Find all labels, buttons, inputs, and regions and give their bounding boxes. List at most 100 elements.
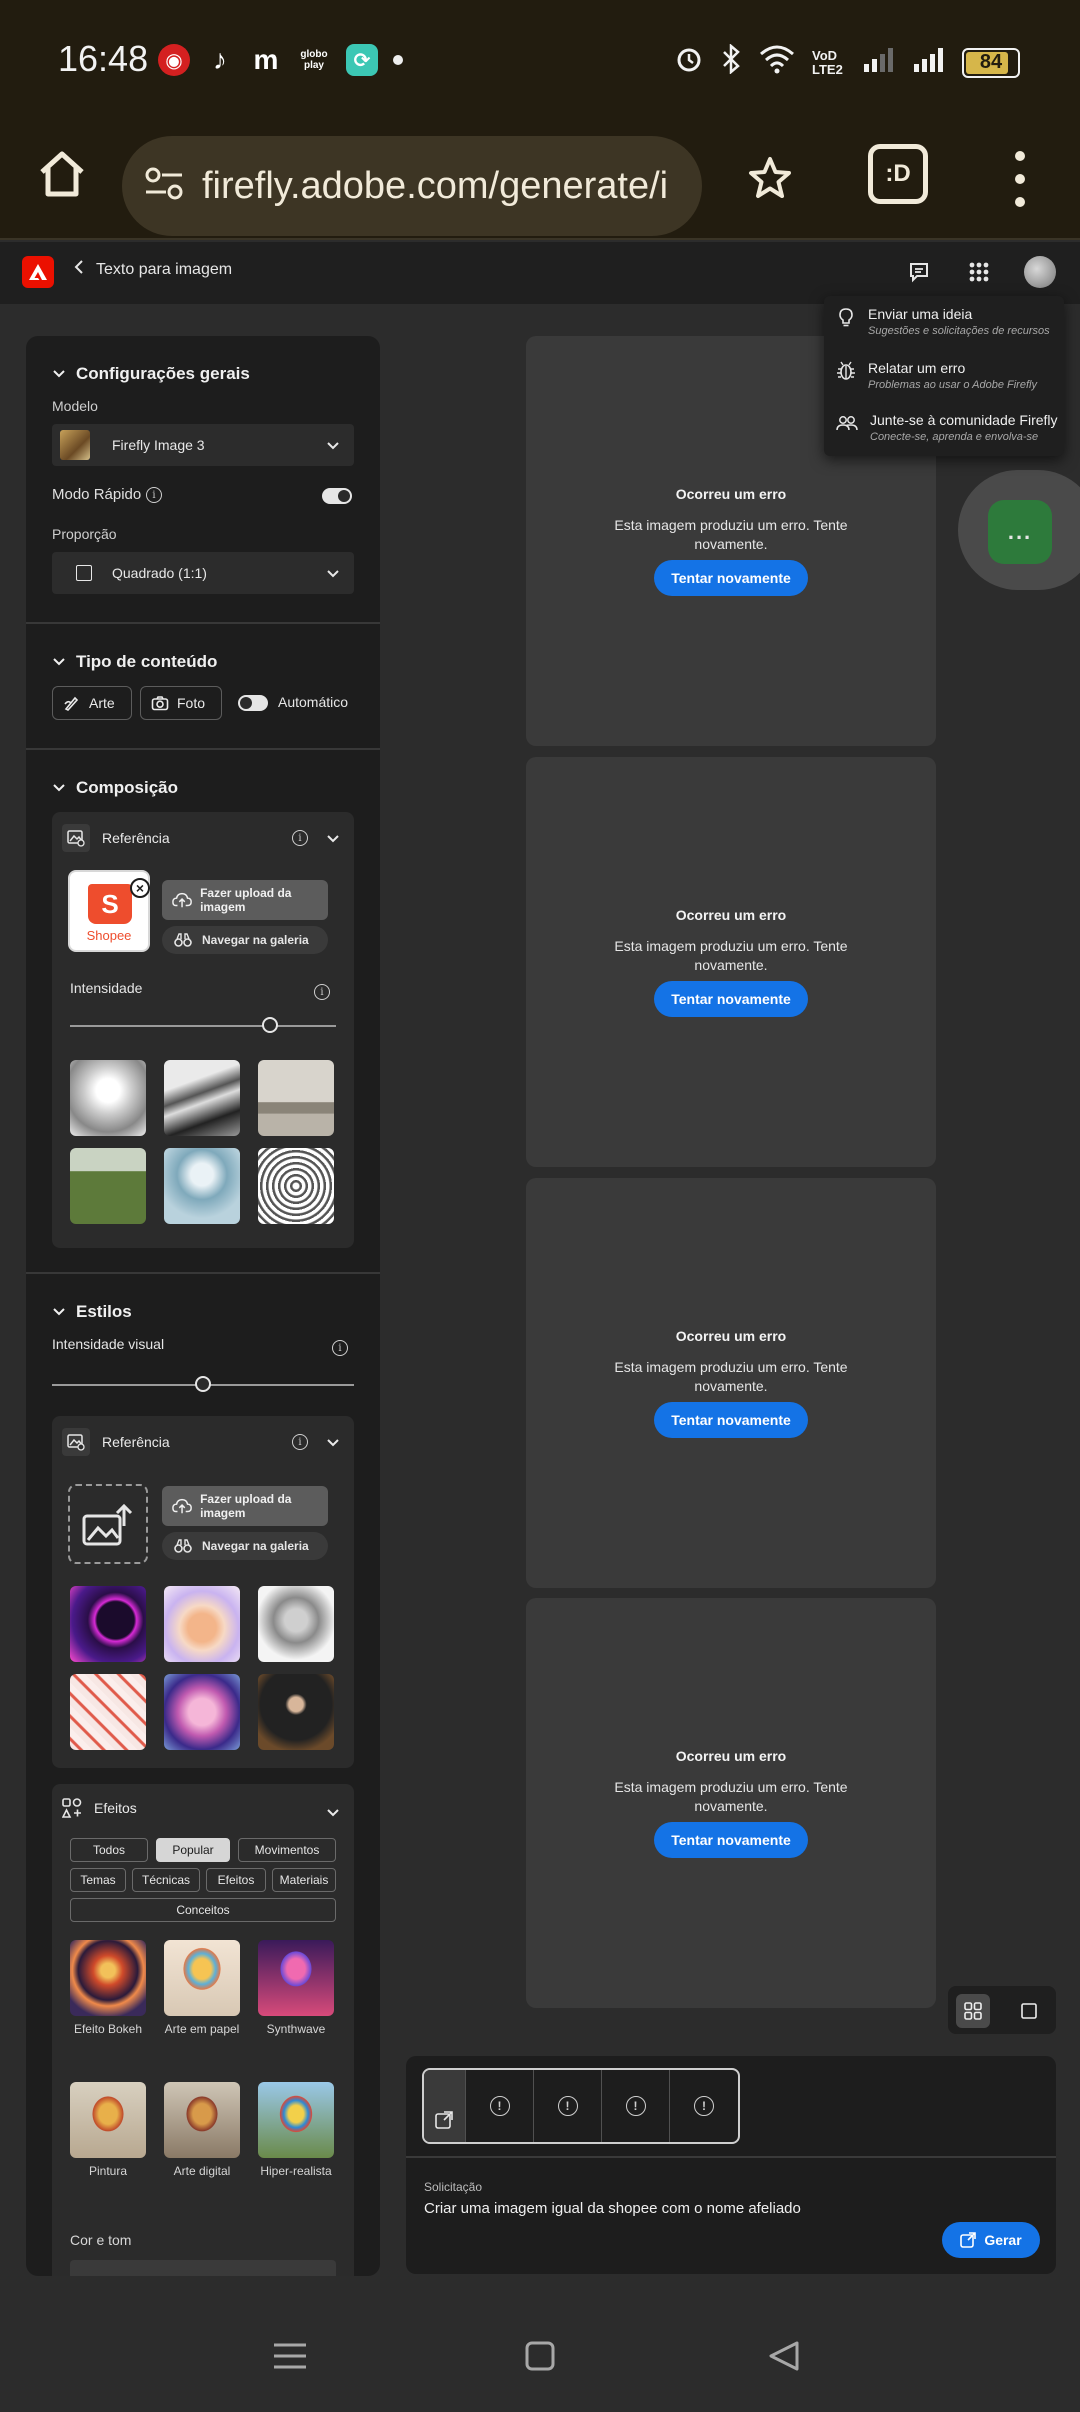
reference-thumbnail-owl[interactable]: [258, 1148, 334, 1224]
ratio-select[interactable]: Quadrado (1:1): [52, 552, 354, 594]
visual-intensity-slider-knob[interactable]: [195, 1376, 211, 1392]
avatar[interactable]: [1024, 256, 1056, 288]
composition-header[interactable]: Composição: [52, 778, 178, 798]
adobe-logo[interactable]: [22, 256, 54, 288]
history-thumb[interactable]: !: [466, 2070, 534, 2142]
effects-header[interactable]: Efeitos: [62, 1798, 137, 1818]
style-thumbnail-portrait[interactable]: [258, 1674, 334, 1750]
system-icons: VoD LTE2 84: [674, 43, 1020, 81]
chevron-down-icon[interactable]: [326, 1806, 340, 1820]
reference-thumbnail-room[interactable]: [258, 1060, 334, 1136]
single-view-icon: [1021, 2003, 1037, 2019]
info-icon[interactable]: i: [292, 1434, 308, 1450]
retry-button[interactable]: Tentar novamente: [654, 560, 808, 596]
cloud-upload-icon: [172, 892, 192, 908]
reference-header[interactable]: Referência: [62, 824, 170, 852]
dropdown-item-community[interactable]: Junte-se à comunidade Firefly Conecte-se…: [836, 412, 1058, 443]
fast-mode-toggle[interactable]: [322, 488, 352, 504]
filter-conceitos[interactable]: Conceitos: [70, 1898, 336, 1922]
chevron-down-icon: [53, 784, 65, 792]
color-tone-select[interactable]: [70, 2260, 336, 2276]
chevron-down-icon[interactable]: [326, 832, 340, 846]
home-nav-button[interactable]: [508, 2324, 572, 2388]
style-thumbnail-engraving[interactable]: [258, 1586, 334, 1662]
back-nav-button[interactable]: [752, 2324, 816, 2388]
effect-digital-art-thumbnail[interactable]: [164, 2082, 240, 2158]
reference-header[interactable]: Referência: [62, 1428, 170, 1456]
effect-synthwave-thumbnail[interactable]: [258, 1940, 334, 2016]
image-dropzone[interactable]: [68, 1484, 148, 1564]
dropdown-item-subtitle: Conecte-se, aprenda e envolva-se: [870, 431, 1039, 443]
filter-temas[interactable]: Temas: [70, 1868, 126, 1892]
retry-button[interactable]: Tentar novamente: [654, 1822, 808, 1858]
error-message: Esta imagem produziu um erro. Tente nova…: [614, 1779, 848, 1814]
single-view-button[interactable]: [1012, 1994, 1046, 2028]
filter-movimentos[interactable]: Movimentos: [238, 1838, 336, 1862]
browse-gallery-button[interactable]: Navegar na galeria: [162, 926, 328, 954]
effect-bokeh-thumbnail[interactable]: [70, 1940, 146, 2016]
remove-reference-button[interactable]: ×: [130, 878, 150, 898]
address-bar[interactable]: firefly.adobe.com/generate/i: [122, 136, 702, 236]
retry-button[interactable]: Tentar novamente: [654, 981, 808, 1017]
model-select[interactable]: Firefly Image 3: [52, 424, 354, 466]
style-thumbnail-clouds[interactable]: [164, 1674, 240, 1750]
upload-image-button[interactable]: Fazer upload da imagem: [162, 880, 328, 920]
effect-paper-art-thumbnail[interactable]: [164, 1940, 240, 2016]
history-thumb[interactable]: !: [670, 2070, 738, 2142]
history-thumb-current[interactable]: [424, 2070, 466, 2142]
reference-thumbnail-landscape[interactable]: [164, 1060, 240, 1136]
effect-hyper-realistic-thumbnail[interactable]: [258, 2082, 334, 2158]
history-thumb[interactable]: !: [602, 2070, 670, 2142]
dropdown-item-bug[interactable]: Relatar um erro Problemas ao usar o Adob…: [836, 360, 1037, 391]
intensity-slider-knob[interactable]: [261, 1017, 278, 1033]
grid-view-button[interactable]: [956, 1994, 990, 2028]
info-icon[interactable]: i: [314, 984, 330, 1000]
apps-grid-button[interactable]: [964, 257, 994, 287]
reference-thumbnail-field[interactable]: [70, 1148, 146, 1224]
info-icon[interactable]: i: [146, 487, 162, 503]
art-button[interactable]: Arte: [52, 686, 132, 720]
alarm-icon: [674, 44, 704, 81]
feedback-button[interactable]: [904, 257, 934, 287]
filter-tecnicas[interactable]: Técnicas: [132, 1868, 200, 1892]
filter-materiais[interactable]: Materiais: [272, 1868, 336, 1892]
recent-apps-button[interactable]: [258, 2324, 322, 2388]
bookmark-button[interactable]: [738, 146, 802, 210]
image-upload-icon: [82, 1503, 133, 1546]
browse-gallery-button[interactable]: Navegar na galeria: [162, 1532, 328, 1560]
floating-chat-button[interactable]: ...: [988, 500, 1052, 564]
style-thumbnail-neon[interactable]: [70, 1586, 146, 1662]
general-settings-header[interactable]: Configurações gerais: [52, 364, 250, 384]
info-icon[interactable]: i: [292, 830, 308, 846]
tab-switcher-button[interactable]: :D: [868, 144, 928, 204]
effect-painting-thumbnail[interactable]: [70, 2082, 146, 2158]
filter-efeitos[interactable]: Efeitos: [206, 1868, 266, 1892]
style-thumbnail-pattern[interactable]: [70, 1674, 146, 1750]
styles-header[interactable]: Estilos: [52, 1302, 132, 1322]
intensity-slider-track[interactable]: [70, 1025, 336, 1027]
back-link[interactable]: Texto para imagem: [74, 260, 232, 279]
retry-button[interactable]: Tentar novamente: [654, 1402, 808, 1438]
reference-thumbnail-sketch-bird[interactable]: [70, 1060, 146, 1136]
content-type-header[interactable]: Tipo de conteúdo: [52, 652, 217, 672]
site-settings-icon[interactable]: [144, 166, 184, 207]
styles-title: Estilos: [76, 1302, 132, 1321]
generate-button[interactable]: Gerar: [942, 2222, 1040, 2258]
reference-thumbnail-sphere[interactable]: [164, 1148, 240, 1224]
history-thumb[interactable]: !: [534, 2070, 602, 2142]
dropdown-item-idea[interactable]: Enviar uma ideia Sugestões e solicitaçõe…: [836, 306, 1050, 337]
auto-toggle[interactable]: [238, 695, 268, 711]
style-thumbnail-thumbs-up[interactable]: [164, 1586, 240, 1662]
filter-popular[interactable]: Popular: [156, 1838, 230, 1862]
chevron-down-icon[interactable]: [326, 1436, 340, 1450]
binoculars-icon: [174, 933, 192, 947]
prompt-input[interactable]: Criar uma imagem igual da shopee com o n…: [424, 2200, 801, 2217]
browser-menu-button[interactable]: [1000, 144, 1040, 214]
filter-todos[interactable]: Todos: [70, 1838, 148, 1862]
home-button[interactable]: [30, 142, 94, 206]
photo-button[interactable]: Foto: [140, 686, 222, 720]
photo-label: Foto: [177, 695, 206, 711]
upload-image-button[interactable]: Fazer upload da imagem: [162, 1486, 328, 1526]
info-icon[interactable]: i: [332, 1340, 348, 1356]
battery-level: 84: [979, 51, 1003, 73]
